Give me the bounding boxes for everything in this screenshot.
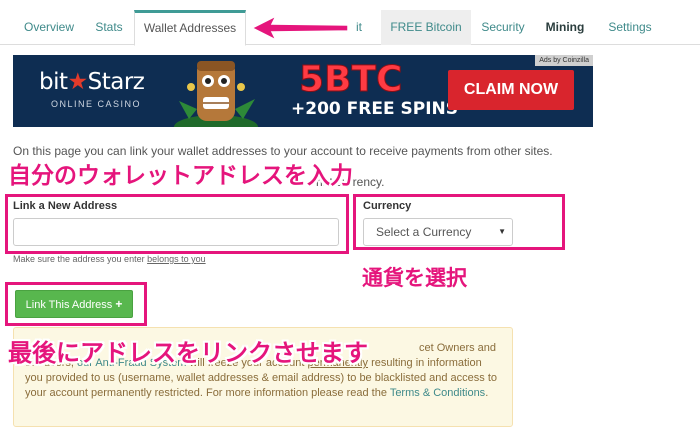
annotation-enter-wallet: 自分のウォレットアドレスを入力	[8, 163, 353, 189]
claim-now-button[interactable]: CLAIM NOW	[448, 70, 574, 110]
star-icon: ★	[67, 69, 89, 95]
address-hint: Make sure the address you enter belongs …	[13, 254, 206, 264]
belongs-to-you-link[interactable]: belongs to you	[147, 254, 206, 264]
nav-tabs: Overview Stats Wallet Addresses it FREE …	[0, 0, 700, 46]
brand-logo: bit★Starz	[39, 69, 145, 95]
currency-highlight-box	[353, 194, 565, 250]
tab-mining[interactable]: Mining	[538, 10, 592, 45]
promo-subline: +200 FREE SPINS	[291, 99, 458, 119]
ads-by-label: Ads by Coinzilla	[535, 55, 593, 66]
ad-banner[interactable]: Ads by Coinzilla bit★Starz ONLINE CASINO…	[13, 55, 593, 127]
tab-overview[interactable]: Overview	[12, 10, 86, 45]
arrow-annotation-icon	[250, 14, 349, 42]
promo-headline: 5BTC	[298, 59, 403, 101]
address-highlight-box	[5, 194, 349, 254]
tab-wallet-addresses[interactable]: Wallet Addresses	[134, 10, 246, 46]
terms-link[interactable]: Terms & Conditions	[390, 387, 485, 399]
brand-subtitle: ONLINE CASINO	[51, 99, 142, 109]
annotation-select-currency: 通貨を選択	[362, 266, 467, 290]
button-highlight-box	[5, 282, 147, 326]
tab-settings[interactable]: Settings	[600, 10, 660, 45]
tiki-mask-icon	[174, 61, 258, 127]
tab-free-bitcoin[interactable]: FREE Bitcoin	[381, 10, 471, 45]
tab-stats[interactable]: Stats	[86, 10, 132, 45]
annotation-link-address: 最後にアドレスをリンクさせます	[8, 339, 368, 367]
tab-security[interactable]: Security	[474, 10, 532, 45]
